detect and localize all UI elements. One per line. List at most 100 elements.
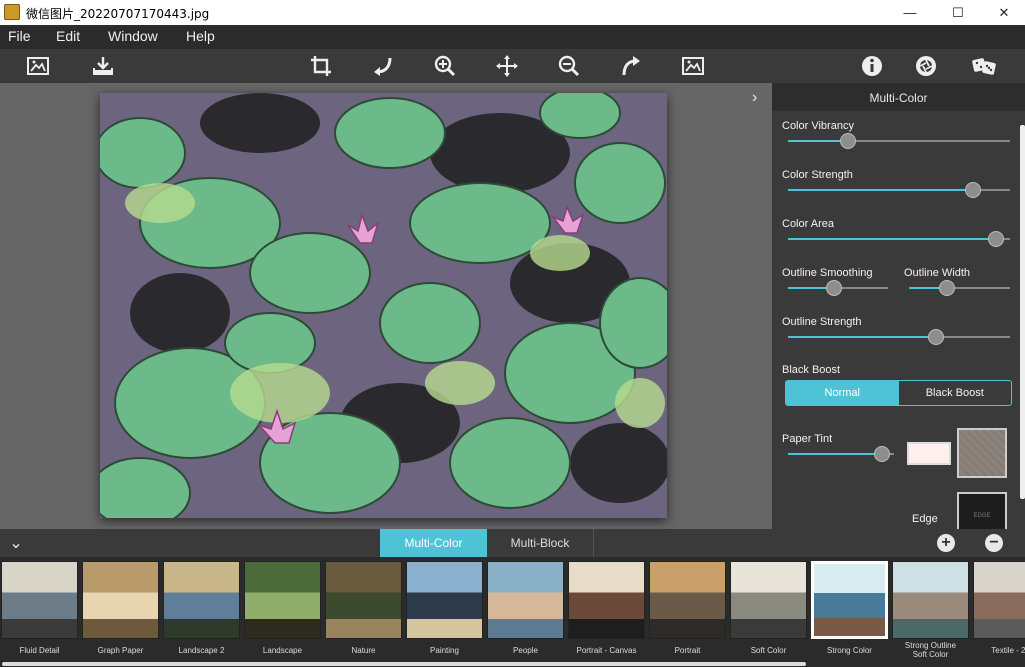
- menu-window[interactable]: Window: [108, 28, 158, 44]
- aperture-icon: [916, 56, 936, 76]
- slider-knob[interactable]: [938, 280, 955, 296]
- image-icon: [27, 57, 49, 75]
- open-image-button[interactable]: [23, 52, 53, 80]
- paper-tint-label: Paper Tint: [782, 433, 833, 445]
- randomize-button[interactable]: [969, 52, 999, 80]
- app-icon: [4, 4, 20, 20]
- rotate-right-icon: [622, 56, 640, 76]
- minimize-button[interactable]: —: [887, 0, 933, 25]
- tab-multi-color[interactable]: Multi-Color: [380, 529, 487, 557]
- collapse-presets-button[interactable]: ⌄: [6, 529, 26, 557]
- preset-name: Graph Paper: [97, 646, 144, 655]
- zoom-out-button[interactable]: [554, 52, 584, 80]
- menu-file[interactable]: File: [8, 28, 31, 44]
- preset-scrollbar[interactable]: [2, 662, 806, 666]
- normal-option[interactable]: Normal: [786, 381, 899, 405]
- preset-thumb[interactable]: [730, 561, 807, 639]
- preset-thumb[interactable]: [82, 561, 159, 639]
- save-tray-icon: [93, 57, 113, 75]
- menu-help[interactable]: Help: [186, 28, 215, 44]
- preset-thumb[interactable]: [649, 561, 726, 639]
- paper-texture-thumb[interactable]: [957, 428, 1007, 478]
- preset-strip: Fluid Detail Graph Paper Landscape 2 Landsc…: [0, 557, 1025, 667]
- tab-multi-block[interactable]: Multi-Block: [487, 529, 594, 557]
- preset-name: Landscape: [262, 646, 303, 655]
- preset-name: People: [513, 646, 538, 655]
- preset-thumb[interactable]: [163, 561, 240, 639]
- preset-name: Nature: [351, 646, 376, 655]
- zoom-out-icon: [558, 55, 580, 77]
- preset-thumb[interactable]: [973, 561, 1025, 639]
- preset-name: Strong Color: [827, 646, 872, 655]
- maximize-button[interactable]: ☐: [935, 0, 981, 25]
- edge-label: Edge: [912, 513, 938, 525]
- crop-button[interactable]: [306, 52, 336, 80]
- outline-strength-slider[interactable]: [788, 329, 1010, 345]
- save-image-button[interactable]: [88, 52, 118, 80]
- rotate-left-button[interactable]: [367, 52, 397, 80]
- preset-name: Textile - 2 c: [991, 646, 1025, 655]
- slider-knob[interactable]: [928, 329, 945, 345]
- settings-button[interactable]: [911, 52, 941, 80]
- title-bar: 微信图片_20220707170443.jpg — ☐ ✕: [0, 0, 1025, 25]
- info-button[interactable]: [857, 52, 887, 80]
- preset-thumb[interactable]: [325, 561, 402, 639]
- preset-thumb[interactable]: [1, 561, 78, 639]
- move-icon: [496, 55, 518, 77]
- outline-smoothing-slider[interactable]: [788, 280, 888, 296]
- color-area-slider[interactable]: [788, 231, 1010, 247]
- rotate-right-button[interactable]: [616, 52, 646, 80]
- preset-thumb[interactable]: [568, 561, 645, 639]
- preset-name: Portrait - Canvas: [576, 646, 637, 655]
- edge-texture-thumb[interactable]: EDGE: [957, 492, 1007, 529]
- preset-thumb[interactable]: [406, 561, 483, 639]
- preset-name: Painting: [430, 646, 459, 655]
- black-boost-option[interactable]: Black Boost: [899, 381, 1012, 405]
- picture-icon: [682, 57, 704, 75]
- slider-knob[interactable]: [839, 133, 856, 149]
- slider-knob[interactable]: [965, 182, 982, 198]
- color-strength-slider[interactable]: [788, 182, 1010, 198]
- slider-knob[interactable]: [825, 280, 842, 296]
- black-boost-label: Black Boost: [782, 364, 841, 376]
- color-strength-label: Color Strength: [782, 169, 853, 181]
- outline-width-slider[interactable]: [909, 280, 1010, 296]
- preset-thumb[interactable]: [244, 561, 321, 639]
- info-icon: [862, 56, 882, 76]
- fit-image-button[interactable]: [678, 52, 708, 80]
- preset-tab-bar: ⌄ Multi-Color Multi-Block + −: [0, 529, 1025, 557]
- black-boost-toggle: Normal Black Boost: [785, 380, 1012, 406]
- lotus-image[interactable]: [100, 93, 667, 518]
- lotus-painting: [100, 93, 667, 518]
- rotate-left-icon: [374, 57, 392, 76]
- window-title: 微信图片_20220707170443.jpg: [26, 7, 210, 21]
- outline-smoothing-label: Outline Smoothing: [782, 267, 873, 279]
- menu-edit[interactable]: Edit: [56, 28, 80, 44]
- tint-color-swatch[interactable]: [907, 442, 951, 465]
- dice-icon: [972, 58, 996, 75]
- preset-name: Fluid Detail: [19, 646, 60, 655]
- slider-knob[interactable]: [987, 231, 1004, 247]
- collapse-panel-arrow[interactable]: ›: [752, 89, 757, 107]
- close-button[interactable]: ✕: [981, 0, 1025, 25]
- outline-width-label: Outline Width: [904, 267, 971, 279]
- panel-scrollbar[interactable]: [1020, 125, 1025, 499]
- preset-name: Landscape 2: [178, 646, 225, 655]
- crop-icon: [311, 56, 331, 76]
- settings-panel: Multi-Color Color Vibrancy Color Strengt…: [772, 83, 1025, 529]
- zoom-in-button[interactable]: [430, 52, 460, 80]
- color-vibrancy-slider[interactable]: [788, 133, 1010, 149]
- remove-preset-button[interactable]: −: [985, 534, 1003, 552]
- paper-tint-slider[interactable]: [788, 446, 894, 462]
- zoom-in-icon: [434, 55, 456, 77]
- panel-title: Multi-Color: [772, 83, 1025, 111]
- pan-button[interactable]: [492, 52, 522, 80]
- preset-thumb[interactable]: [892, 561, 969, 639]
- add-preset-button[interactable]: +: [937, 534, 955, 552]
- preset-thumb[interactable]: [487, 561, 564, 639]
- preset-name: Soft Color: [750, 646, 787, 655]
- image-canvas[interactable]: ›: [0, 83, 772, 529]
- preset-thumb[interactable]: [811, 561, 888, 639]
- preset-name: Strong Outline Soft Color: [904, 641, 957, 659]
- slider-knob[interactable]: [873, 446, 890, 462]
